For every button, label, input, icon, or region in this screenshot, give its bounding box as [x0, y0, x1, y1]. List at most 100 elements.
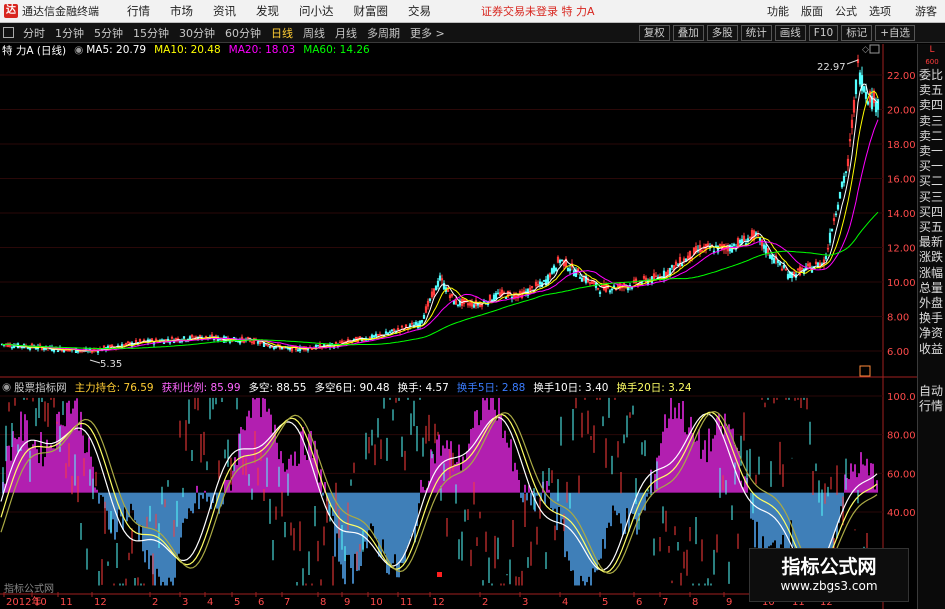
menu-wealth[interactable]: 财富圈	[354, 3, 389, 19]
candle-body	[26, 347, 30, 350]
side-tab[interactable]: 外盘	[918, 296, 944, 311]
side-tab[interactable]: 卖一	[918, 144, 944, 159]
restore-rights-button[interactable]: 复权	[638, 24, 670, 41]
period-weekly[interactable]: 周线	[303, 25, 325, 41]
indicator-bar	[864, 465, 866, 493]
side-tab[interactable]: 净资	[918, 326, 944, 341]
ma20-line	[1, 119, 879, 351]
period-1min[interactable]: 1分钟	[55, 25, 84, 41]
indicator-bar	[548, 489, 550, 493]
indicator-bar	[604, 492, 606, 549]
date-label: 4	[207, 597, 213, 608]
menu-options[interactable]: 选项	[869, 3, 891, 19]
candle-body	[568, 268, 572, 272]
period-30min[interactable]: 30分钟	[179, 25, 215, 41]
indicator-bar	[516, 469, 518, 493]
kline-chart[interactable]: 22.00 20.00 18.00 16.00 14.00 12.00 10.00 8.00 6…	[0, 44, 917, 609]
indicator-bar	[132, 492, 134, 511]
indicator-bar	[298, 463, 300, 493]
candle-body	[166, 338, 170, 341]
candle-body	[494, 293, 498, 300]
mark-button[interactable]: 标记	[841, 24, 873, 41]
indicator-bar	[858, 473, 860, 493]
candle-body	[864, 91, 868, 99]
menu-market[interactable]: 市场	[170, 3, 193, 19]
side-tab[interactable]: 买五	[918, 220, 944, 235]
side-tab[interactable]: 卖五	[918, 83, 944, 98]
indicator-bar	[364, 492, 366, 542]
indicator-bar	[504, 430, 506, 493]
indicator-bar	[696, 440, 698, 493]
menu-discover[interactable]: 发现	[256, 3, 279, 19]
side-tab[interactable]: 卖三	[918, 114, 944, 129]
candle-body	[414, 322, 418, 326]
side-tab[interactable]: 委比	[918, 68, 944, 83]
period-multi[interactable]: 多周期	[367, 25, 400, 41]
side-tab[interactable]: 总量	[918, 281, 944, 296]
period-5min[interactable]: 5分钟	[94, 25, 123, 41]
menu-trade[interactable]: 交易	[408, 3, 431, 19]
side-tab[interactable]: 卖二	[918, 129, 944, 144]
indicator-bar	[40, 432, 42, 493]
overlay-button[interactable]: 叠加	[672, 24, 704, 41]
period-more[interactable]: 更多 >	[410, 25, 445, 41]
login-alert[interactable]: 证券交易未登录 特 力A	[481, 3, 595, 19]
candle-body	[786, 274, 790, 279]
menu-ask[interactable]: 问小达	[299, 3, 334, 19]
indicator-bar	[306, 460, 308, 493]
menu-layout[interactable]: 版面	[801, 3, 823, 19]
indicator-bar	[280, 451, 282, 493]
side-tab[interactable]: 最新	[918, 235, 944, 250]
side-tab[interactable]: 买三	[918, 190, 944, 205]
side-tab[interactable]: 涨幅	[918, 266, 944, 281]
multi-stock-button[interactable]: 多股	[706, 24, 738, 41]
indicator-bar	[378, 492, 380, 557]
quote-side-panel: L 600 委比 卖五 卖四 卖三 卖二 卖一 买一 买二 买三 买四 买五 最新 涨跌 涨幅 总量 外盘 换手…	[917, 44, 945, 609]
indicator-bar	[400, 492, 402, 563]
indicator-bar	[108, 492, 110, 530]
period-60min[interactable]: 60分钟	[225, 25, 261, 41]
side-tab[interactable]: 买四	[918, 205, 944, 220]
indicator-bar	[602, 492, 604, 540]
candle-body	[188, 336, 192, 340]
chart-corner-icon[interactable]: ◇	[862, 45, 869, 55]
indicator-tick-label: 100.0	[887, 392, 916, 403]
candle-body	[844, 171, 848, 174]
side-tab[interactable]: 换手	[918, 311, 944, 326]
indicator-bar	[418, 492, 420, 504]
draw-line-button[interactable]: 画线	[774, 24, 806, 41]
side-tab[interactable]: 买二	[918, 174, 944, 189]
side-tab[interactable]: 收益	[918, 342, 944, 357]
side-quotes[interactable]: 行情	[918, 399, 944, 414]
side-tab[interactable]: 买一	[918, 159, 944, 174]
indicator-bar	[134, 492, 136, 521]
date-label: 5	[234, 597, 240, 608]
menu-guest[interactable]: 游客	[915, 3, 937, 19]
indicator-bar	[42, 466, 44, 493]
price-tick-label: 14.00	[887, 209, 916, 220]
period-daily[interactable]: 日线	[271, 25, 293, 41]
menu-news[interactable]: 资讯	[213, 3, 236, 19]
indicator-bar	[498, 397, 500, 493]
indicator-bar	[850, 463, 852, 493]
period-intraday[interactable]: 分时	[23, 25, 45, 41]
side-auto[interactable]: 自动	[918, 384, 944, 399]
menu-formula[interactable]: 公式	[835, 3, 857, 19]
candle-body	[56, 350, 60, 353]
add-favorite-button[interactable]: +自选	[875, 24, 915, 41]
candle-body	[264, 344, 268, 346]
candle-body	[670, 265, 674, 268]
menu-quotes[interactable]: 行情	[127, 3, 150, 19]
f10-button[interactable]: F10	[808, 24, 839, 41]
menu-function[interactable]: 功能	[767, 3, 789, 19]
period-monthly[interactable]: 月线	[335, 25, 357, 41]
side-tab[interactable]: 涨跌	[918, 250, 944, 265]
indicator-bar	[446, 440, 448, 493]
side-tab[interactable]: 卖四	[918, 98, 944, 113]
statistics-button[interactable]: 统计	[740, 24, 772, 41]
price-tick-label: 6.00	[887, 347, 909, 358]
maximize-icon[interactable]	[869, 44, 880, 54]
period-15min[interactable]: 15分钟	[133, 25, 169, 41]
indicator-bar	[554, 492, 556, 509]
side-bottom: 自动 行情	[918, 384, 945, 414]
